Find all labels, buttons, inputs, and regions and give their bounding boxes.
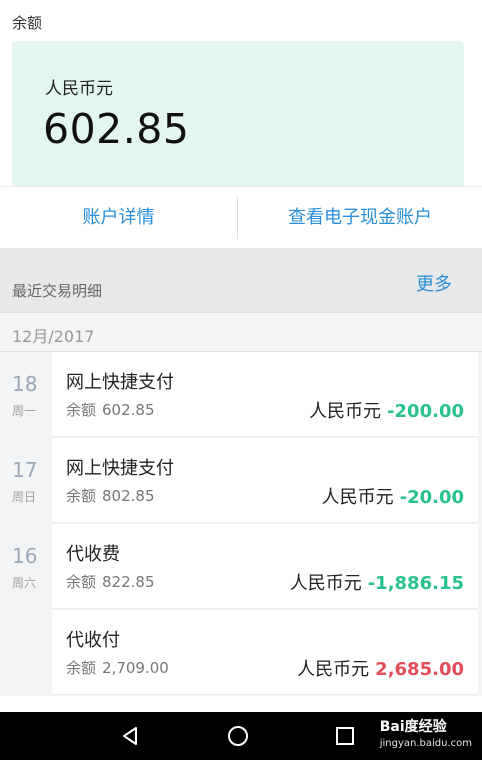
transaction-currency: 人民币元 bbox=[289, 573, 362, 594]
transaction-balance-label: 余额 bbox=[66, 573, 97, 591]
transaction-name: 代收付 bbox=[66, 630, 120, 651]
transaction-amount-group: 人民币元 -200.00 bbox=[309, 397, 464, 423]
watermark-url: jingyan.baidu.com bbox=[379, 738, 472, 749]
transaction-card[interactable]: 代收付 余额 2,709.00 人民币元 2,685.00 bbox=[52, 610, 478, 695]
transaction-amount-group: 人民币元 -20.00 bbox=[322, 483, 464, 509]
balance-card[interactable]: 人民币元 602.85 bbox=[12, 41, 464, 187]
transaction-currency: 人民币元 bbox=[297, 659, 370, 680]
system-navigation-bar: Bai度经验 jingyan.baidu.com bbox=[0, 712, 482, 760]
transaction-balance: 余额 2,709.00 bbox=[66, 657, 169, 678]
more-link[interactable]: 更多 bbox=[416, 270, 452, 296]
transaction-balance-value: 822.85 bbox=[102, 573, 155, 591]
transaction-day: 18 bbox=[12, 372, 38, 396]
transaction-balance-value: 802.85 bbox=[102, 487, 155, 505]
transaction-date: 18 周一 bbox=[0, 352, 52, 438]
transaction-balance-label: 余额 bbox=[66, 401, 97, 419]
transaction-day: 17 bbox=[12, 458, 38, 482]
transaction-card[interactable]: 网上快捷支付 余额 602.85 人民币元 -200.00 bbox=[52, 352, 478, 437]
home-icon[interactable] bbox=[226, 724, 250, 752]
month-separator: 12月/2017 bbox=[0, 312, 482, 352]
transaction-weekday: 周一 bbox=[12, 404, 37, 418]
recent-apps-icon[interactable] bbox=[334, 725, 356, 751]
transaction-card[interactable]: 代收费 余额 822.85 人民币元 -1,886.15 bbox=[52, 524, 478, 609]
transaction-balance: 余额 802.85 bbox=[66, 485, 155, 506]
month-label: 12月/2017 bbox=[12, 327, 95, 346]
transaction-balance: 余额 602.85 bbox=[66, 399, 155, 420]
transaction-amount: -1,886.15 bbox=[367, 573, 464, 594]
balance-section-label: 余额 bbox=[12, 14, 43, 32]
transaction-balance-label: 余额 bbox=[66, 487, 97, 505]
view-e-cash-button[interactable]: 查看电子现金账户 bbox=[238, 187, 482, 249]
transaction-currency: 人民币元 bbox=[321, 487, 394, 508]
recent-transactions-title: 最近交易明细 bbox=[12, 282, 103, 300]
transaction-name: 网上快捷支付 bbox=[66, 372, 174, 393]
transaction-weekday: 周日 bbox=[12, 490, 37, 504]
watermark: Bai度经验 jingyan.baidu.com bbox=[380, 716, 472, 749]
transaction-balance-value: 602.85 bbox=[102, 401, 155, 419]
transaction-amount: -20.00 bbox=[399, 487, 464, 508]
back-icon[interactable] bbox=[118, 724, 142, 752]
transaction-row[interactable]: 16 周六 代收费 余额 822.85 人民币元 -1,886.15 bbox=[0, 524, 482, 610]
transaction-balance: 余额 822.85 bbox=[66, 571, 155, 592]
transaction-card[interactable]: 网上快捷支付 余额 802.85 人民币元 -20.00 bbox=[52, 438, 478, 523]
action-row: 账户详情 查看电子现金账户 bbox=[0, 186, 482, 248]
transaction-name: 代收费 bbox=[66, 544, 120, 565]
transaction-amount-group: 人民币元 -1,886.15 bbox=[290, 569, 464, 595]
transaction-row[interactable]: 18 周一 网上快捷支付 余额 602.85 人民币元 -200.00 bbox=[0, 352, 482, 438]
transaction-date: 17 周日 bbox=[0, 438, 52, 524]
transaction-weekday: 周六 bbox=[12, 576, 37, 590]
transaction-date: 16 周六 bbox=[0, 524, 52, 610]
transaction-balance-value: 2,709.00 bbox=[102, 659, 169, 677]
transaction-amount-group: 人民币元 2,685.00 bbox=[297, 655, 464, 681]
recent-transactions-header: 最近交易明细 更多 bbox=[0, 248, 482, 312]
transaction-row[interactable]: 17 周日 网上快捷支付 余额 802.85 人民币元 -20.00 bbox=[0, 438, 482, 524]
balance-currency: 人民币元 bbox=[45, 79, 113, 99]
watermark-brand: Bai度经验 bbox=[379, 719, 447, 735]
transaction-day: 16 bbox=[12, 544, 38, 568]
transaction-amount: 2,685.00 bbox=[375, 659, 464, 680]
transaction-amount: -200.00 bbox=[387, 401, 464, 422]
account-details-button[interactable]: 账户详情 bbox=[0, 187, 237, 249]
transaction-balance-label: 余额 bbox=[66, 659, 97, 677]
transaction-date bbox=[0, 610, 52, 696]
transaction-currency: 人民币元 bbox=[309, 401, 382, 422]
transaction-list: 18 周一 网上快捷支付 余额 602.85 人民币元 -200.00 17 周日 … bbox=[0, 352, 482, 696]
transaction-name: 网上快捷支付 bbox=[66, 458, 174, 479]
transaction-row[interactable]: 代收付 余额 2,709.00 人民币元 2,685.00 bbox=[0, 610, 482, 696]
app-root: 余额 人民币元 602.85 账户详情 查看电子现金账户 最近交易明细 更多 1… bbox=[0, 0, 482, 760]
balance-amount: 602.85 bbox=[43, 105, 190, 153]
